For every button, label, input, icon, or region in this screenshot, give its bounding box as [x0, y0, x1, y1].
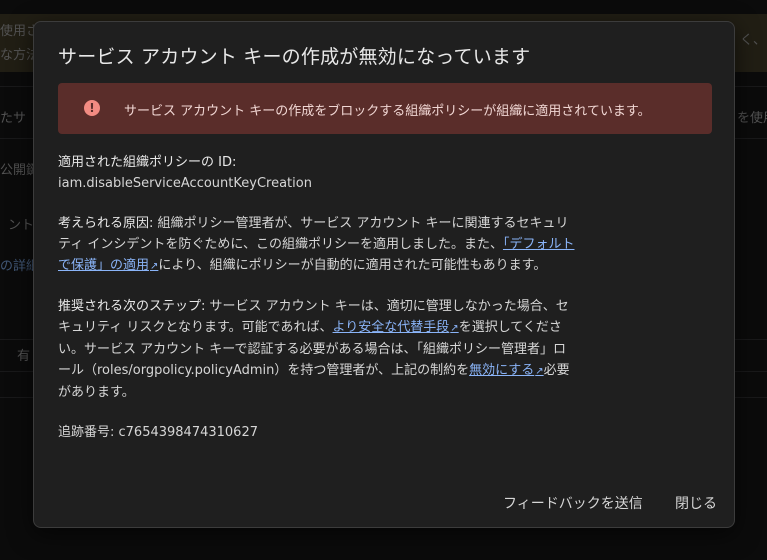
dialog-title: サービス アカウント キーの作成が無効になっています — [58, 46, 531, 68]
cause-text-2: により、組織にポリシーが自動的に適用された可能性もあります。 — [158, 258, 547, 273]
safer-alternatives-link[interactable]: より安全な代替手段↗ — [333, 320, 459, 335]
close-button[interactable]: 閉じる — [669, 489, 723, 517]
cause-label: 考えられる原因: — [58, 216, 154, 231]
disable-constraint-link[interactable]: 無効にする↗ — [469, 363, 544, 378]
cause-section: 考えられる原因: 組織ポリシー管理者が、サービス アカウント キーに関連するセキ… — [58, 213, 578, 277]
external-link-icon: ↗ — [535, 366, 544, 377]
external-link-icon: ↗ — [450, 323, 459, 334]
tracking-number: 追跡番号: c7654398474310627 — [58, 425, 258, 440]
error-icon: ! — [84, 100, 100, 116]
disable-constraint-link-label: 無効にする — [469, 363, 535, 378]
policy-id-section: 適用された組織ポリシーの ID: iam.disableServiceAccou… — [58, 152, 578, 194]
error-alert: ! サービス アカウント キーの作成をブロックする組織ポリシーが組織に適用されて… — [58, 83, 712, 134]
next-steps-label: 推奨される次のステップ: — [58, 299, 206, 314]
key-creation-disabled-dialog: サービス アカウント キーの作成が無効になっています ! サービス アカウント … — [33, 21, 735, 528]
send-feedback-button[interactable]: フィードバックを送信 — [497, 489, 649, 517]
dialog-content: 適用された組織ポリシーの ID: iam.disableServiceAccou… — [58, 152, 578, 462]
policy-id-label: 適用された組織ポリシーの ID: — [58, 155, 237, 170]
policy-id-value: iam.disableServiceAccountKeyCreation — [58, 176, 312, 191]
alert-message: サービス アカウント キーの作成をブロックする組織ポリシーが組織に適用されていま… — [124, 104, 651, 119]
next-steps-section: 推奨される次のステップ: サービス アカウント キーは、適切に管理しなかった場合… — [58, 296, 578, 403]
safer-alternatives-link-label: より安全な代替手段 — [332, 320, 450, 335]
